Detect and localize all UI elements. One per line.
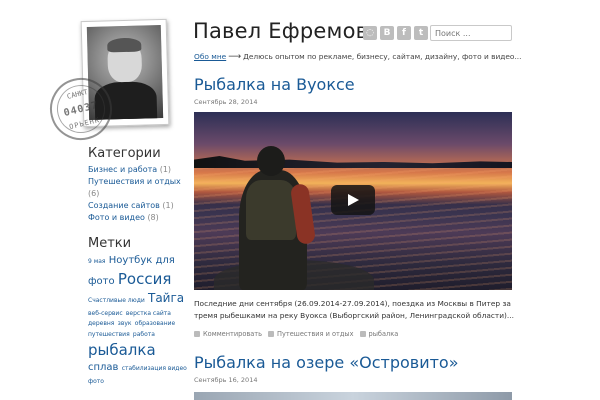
tag-link[interactable]: Россия (118, 270, 172, 288)
post-title[interactable]: Рыбалка на озере «Островито» (194, 353, 458, 372)
tag-link[interactable]: звук (118, 320, 132, 327)
post-title[interactable]: Рыбалка на Вуоксе (194, 75, 355, 94)
comments-meta: Комментировать (194, 330, 262, 338)
tag-link[interactable]: стабилизация видео (122, 365, 187, 372)
category-item: Создание сайтов (1) (88, 200, 188, 212)
folder-icon (268, 331, 275, 337)
category-item: Путешествия и отдых (6) (88, 176, 188, 200)
site-title[interactable]: Павел Ефремов (193, 19, 368, 43)
tagline-text: Делюсь опытом по рекламе, бизнесу, сайта… (243, 52, 522, 61)
category-item: Фото и видео (8) (88, 212, 188, 224)
tag-link[interactable]: Тайга (148, 291, 184, 305)
category-count: (1) (159, 165, 172, 174)
tag-link[interactable]: рыбалка (88, 341, 156, 359)
tagline: Обо мне ⟶ Делюсь опытом по рекламе, бизнес… (194, 52, 522, 62)
facebook-icon[interactable]: f (397, 26, 411, 40)
sidebar: Категории Бизнес и работа (1) Путешестви… (88, 146, 188, 387)
tag-link[interactable]: фото (88, 378, 104, 385)
post-image[interactable] (194, 392, 512, 400)
category-meta: Путешествия и отдых (268, 330, 354, 338)
tag-link[interactable]: образование (135, 320, 175, 327)
tag-link[interactable]: 9 мая (88, 258, 106, 265)
tag-link[interactable]: верстка сайта (126, 310, 171, 317)
tag-link[interactable]: сплав (88, 362, 118, 373)
about-link[interactable]: Обо мне (194, 52, 226, 61)
twitter-icon[interactable]: t (414, 26, 428, 40)
tag-link[interactable]: Счастливые люди (88, 297, 145, 304)
category-item: Бизнес и работа (1) (88, 164, 188, 176)
tag-icon (359, 331, 366, 337)
post-date: Сентябрь 16, 2014 (194, 376, 258, 384)
post-excerpt: Последние дни сентября (26.09.2014-27.09… (194, 299, 514, 320)
play-button-icon[interactable] (331, 185, 375, 215)
category-link[interactable]: Создание сайтов (88, 201, 160, 210)
category-count: (1) (162, 201, 174, 210)
tags-heading: Метки (88, 236, 132, 251)
arrow-right-icon: ⟶ (228, 52, 242, 62)
tag-link[interactable]: деревня (88, 320, 114, 327)
category-link[interactable]: Бизнес и работа (88, 165, 157, 174)
category-count: (6) (88, 189, 100, 198)
tag-meta: рыбалка (359, 330, 399, 338)
category-link[interactable]: Путешествия и отдых (88, 177, 181, 186)
social-links: ◌ B f t (363, 26, 428, 40)
post-tag-link[interactable]: рыбалка (369, 330, 399, 338)
categories-heading: Категории (88, 146, 161, 161)
category-link[interactable]: Фото и видео (88, 213, 145, 222)
post-date: Сентябрь 28, 2014 (194, 98, 258, 106)
categories-list: Бизнес и работа (1) Путешествия и отдых … (88, 164, 188, 224)
rss-icon[interactable]: ◌ (363, 26, 377, 40)
tag-link[interactable]: путешествия (88, 331, 130, 338)
tag-link[interactable]: веб-сервис (88, 310, 123, 317)
search-input[interactable] (430, 25, 512, 41)
comments-link[interactable]: Комментировать (203, 330, 262, 338)
post-category-link[interactable]: Путешествия и отдых (277, 330, 353, 338)
vk-icon[interactable]: B (380, 26, 394, 40)
comment-icon (194, 331, 200, 337)
category-count: (8) (147, 213, 159, 222)
tag-link[interactable]: работа (133, 331, 155, 338)
tag-cloud: 9 мая Ноутбук для фото Россия Счастливые… (88, 254, 188, 387)
post-meta: Комментировать Путешествия и отдых рыбал… (194, 330, 398, 338)
video-player[interactable] (194, 112, 512, 290)
